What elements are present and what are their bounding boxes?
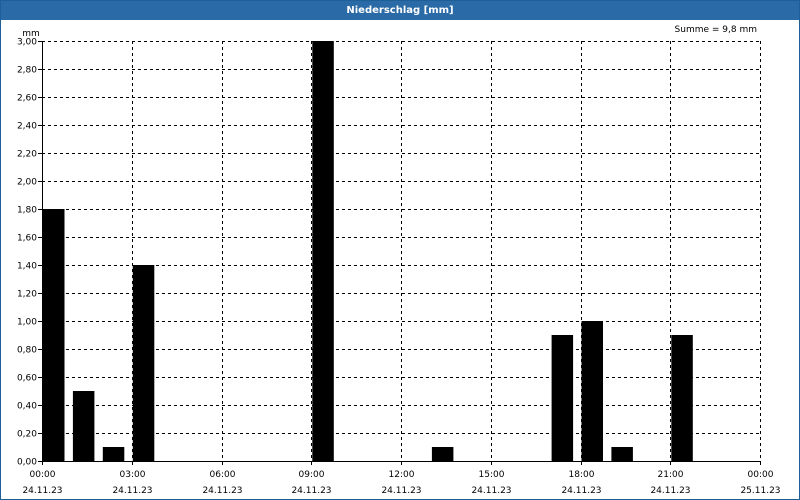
window-title: Niederschlag [mm] xyxy=(346,5,454,16)
labels: 0,00 0,20 0,40 0,60 0,80 1,00 1,20 1,40 1,60 1,80… xyxy=(17,25,781,496)
y-tick-label: 0,00 xyxy=(17,458,37,468)
title-bar: Niederschlag [mm] xyxy=(1,1,799,20)
y-tick-label: 2,20 xyxy=(17,150,37,160)
x-tick-time-label: 00:00 xyxy=(30,470,56,480)
x-tick-time-label: 18:00 xyxy=(569,470,595,480)
x-tick-date-label: 25.11.23 xyxy=(740,486,780,496)
y-tick-label: 2,40 xyxy=(17,122,37,132)
bars xyxy=(43,41,693,461)
x-tick-time-label: 00:00 xyxy=(748,470,774,480)
x-tick-date-label: 24.11.23 xyxy=(471,486,511,496)
precipitation-bar xyxy=(611,447,633,461)
chart-window: Niederschlag [mm] 0,00 0,20 0,40 0,60 0,80 1,… xyxy=(0,0,800,500)
precipitation-chart: 0,00 0,20 0,40 0,60 0,80 1,00 1,20 1,40 1,60 1,80… xyxy=(17,25,781,496)
precipitation-bar xyxy=(43,209,65,461)
x-tick-time-label: 21:00 xyxy=(658,470,684,480)
y-tick-label: 0,60 xyxy=(17,374,37,384)
y-tick-label: 0,40 xyxy=(17,402,37,412)
precipitation-bar xyxy=(312,41,334,461)
y-tick-label: 2,60 xyxy=(17,94,37,104)
x-tick-date-label: 24.11.23 xyxy=(22,486,62,496)
y-tick-label: 2,80 xyxy=(17,66,37,76)
x-tick-time-label: 03:00 xyxy=(120,470,146,480)
x-tick-time-label: 09:00 xyxy=(299,470,325,480)
x-tick-time-label: 06:00 xyxy=(210,470,236,480)
y-tick-label: 1,60 xyxy=(17,234,37,244)
precipitation-bar xyxy=(132,265,155,461)
y-tick-label: 3,00 xyxy=(17,38,37,48)
y-tick-label: 1,40 xyxy=(17,262,37,272)
precipitation-bar xyxy=(72,391,95,461)
x-tick-date-label: 24.11.23 xyxy=(381,486,421,496)
sum-annotation: Summe = 9,8 mm xyxy=(675,25,757,35)
y-tick-label: 0,80 xyxy=(17,346,37,356)
precipitation-bar xyxy=(102,447,125,461)
x-tick-date-label: 24.11.23 xyxy=(561,486,601,496)
x-tick-date-label: 24.11.23 xyxy=(112,486,152,496)
y-tick-label: 1,80 xyxy=(17,206,37,216)
x-tick-date-label: 24.11.23 xyxy=(650,486,690,496)
precipitation-bar xyxy=(581,321,603,461)
y-tick-label: 2,00 xyxy=(17,178,37,188)
precipitation-bar xyxy=(551,335,574,461)
x-tick-date-label: 24.11.23 xyxy=(291,486,331,496)
y-tick-label: 0,20 xyxy=(17,430,37,440)
y-tick-label: 1,00 xyxy=(17,318,37,328)
precipitation-bar xyxy=(671,335,693,461)
x-tick-time-label: 15:00 xyxy=(479,470,505,480)
x-tick-date-label: 24.11.23 xyxy=(202,486,242,496)
y-tick-label: 1,20 xyxy=(17,290,37,300)
y-axis-unit-label: mm xyxy=(22,29,40,39)
precipitation-bar xyxy=(431,447,454,461)
x-tick-time-label: 12:00 xyxy=(389,470,415,480)
